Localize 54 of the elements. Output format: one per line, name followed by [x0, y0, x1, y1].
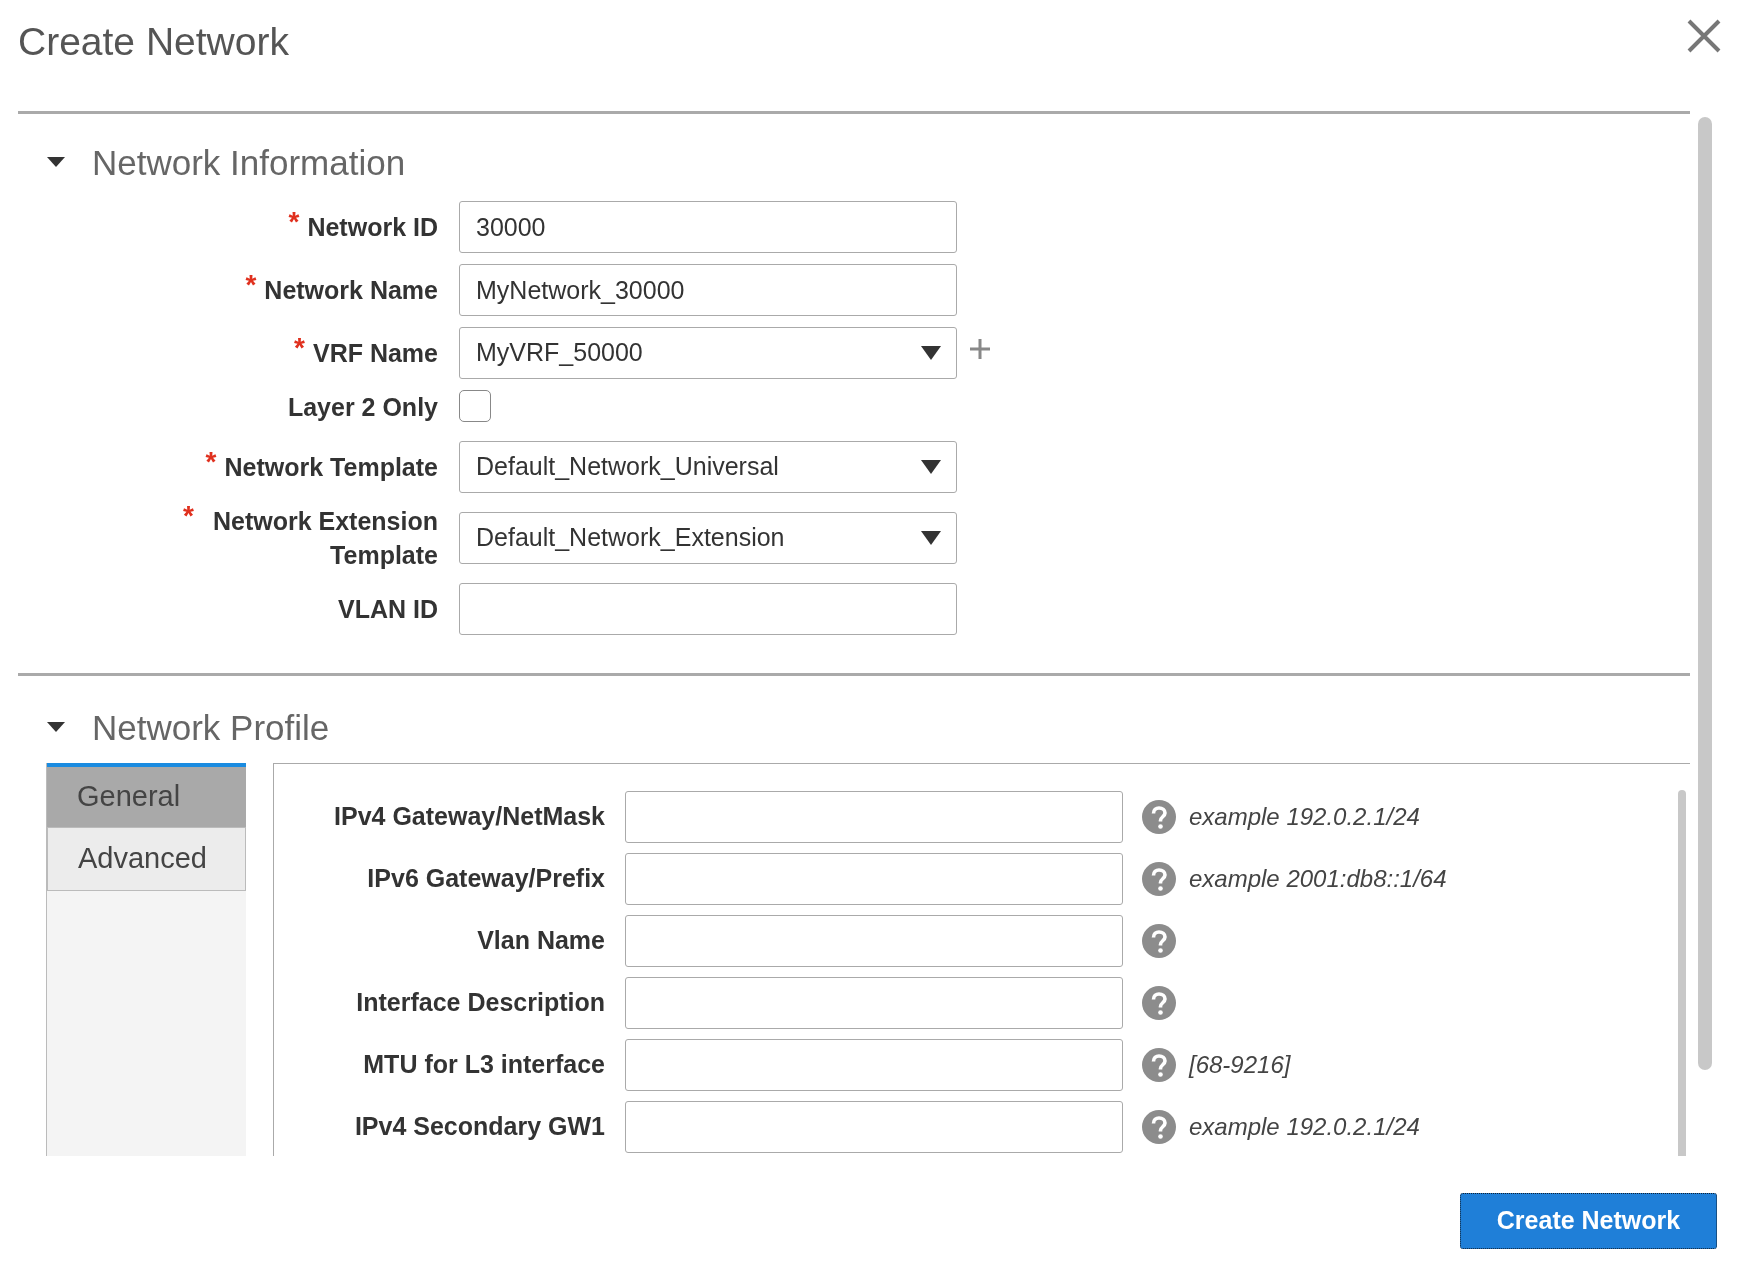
- field-label: MTU for L3 interface: [362, 1049, 605, 1081]
- field-hint: [68-9216]: [1189, 1050, 1291, 1080]
- close-icon[interactable]: [1686, 18, 1722, 54]
- help-icon[interactable]: [1142, 924, 1176, 958]
- dropdown-select[interactable]: MyVRF_50000: [459, 327, 957, 379]
- add-icon[interactable]: [969, 338, 991, 360]
- field-hint: example 2001:db8::1/64: [1189, 864, 1447, 894]
- text-input-field[interactable]: [459, 583, 957, 635]
- field-label: Network Extension Template: [211, 506, 438, 571]
- dialog-title: Create Network: [18, 19, 289, 65]
- dropdown-caret-icon: [920, 345, 942, 361]
- tab[interactable]: General: [47, 763, 246, 827]
- help-icon[interactable]: [1142, 986, 1176, 1020]
- text-input-field[interactable]: MyNetwork_30000: [459, 264, 957, 316]
- help-icon[interactable]: [1142, 1048, 1176, 1082]
- text-input-field[interactable]: [625, 1101, 1123, 1153]
- field-label: Network Name: [264, 275, 438, 306]
- help-icon[interactable]: [1142, 800, 1176, 834]
- field-hint: example 192.0.2.1/24: [1189, 1112, 1420, 1142]
- dropdown-select[interactable]: Default_Network_Universal: [459, 441, 957, 493]
- scrollbar-thumb[interactable]: [1678, 790, 1686, 1156]
- text-input-field[interactable]: [625, 977, 1123, 1029]
- field-label: Vlan Name: [476, 925, 605, 957]
- text-input-field[interactable]: [625, 915, 1123, 967]
- field-label: VLAN ID: [338, 594, 438, 625]
- field-label: Network Template: [224, 452, 438, 483]
- section-heading: Network Information: [92, 141, 406, 184]
- dropdown-caret-icon: [920, 459, 942, 475]
- text-input-field[interactable]: 30000: [459, 201, 957, 253]
- required-asterisk: *: [205, 450, 217, 474]
- field-hint: example 192.0.2.1/24: [1189, 802, 1420, 832]
- required-asterisk: *: [245, 273, 257, 297]
- field-label: IPv4 Secondary GW1: [353, 1111, 605, 1143]
- text-input-field[interactable]: [625, 791, 1123, 843]
- tab[interactable]: Advanced: [47, 827, 246, 891]
- field-label: Network ID: [307, 212, 438, 243]
- field-label: IPv4 Gateway/NetMask: [333, 801, 605, 833]
- text-input-field[interactable]: [625, 853, 1123, 905]
- required-asterisk: *: [183, 504, 194, 528]
- text-input-field[interactable]: [625, 1039, 1123, 1091]
- field-label: Interface Description: [355, 987, 605, 1019]
- required-asterisk: *: [288, 210, 300, 234]
- create-network-button[interactable]: Create Network: [1460, 1193, 1717, 1249]
- field-label: IPv6 Gateway/Prefix: [366, 863, 605, 895]
- help-icon[interactable]: [1142, 1110, 1176, 1144]
- dropdown-caret-icon: [920, 530, 942, 546]
- dropdown-select[interactable]: Default_Network_Extension: [459, 512, 957, 564]
- section-heading: Network Profile: [92, 706, 330, 749]
- checkbox[interactable]: [459, 390, 491, 422]
- help-icon[interactable]: [1142, 862, 1176, 896]
- required-asterisk: *: [294, 336, 305, 360]
- scrollbar-thumb[interactable]: [1698, 117, 1712, 1070]
- field-label: VRF Name: [312, 338, 438, 369]
- field-label: Layer 2 Only: [287, 392, 438, 423]
